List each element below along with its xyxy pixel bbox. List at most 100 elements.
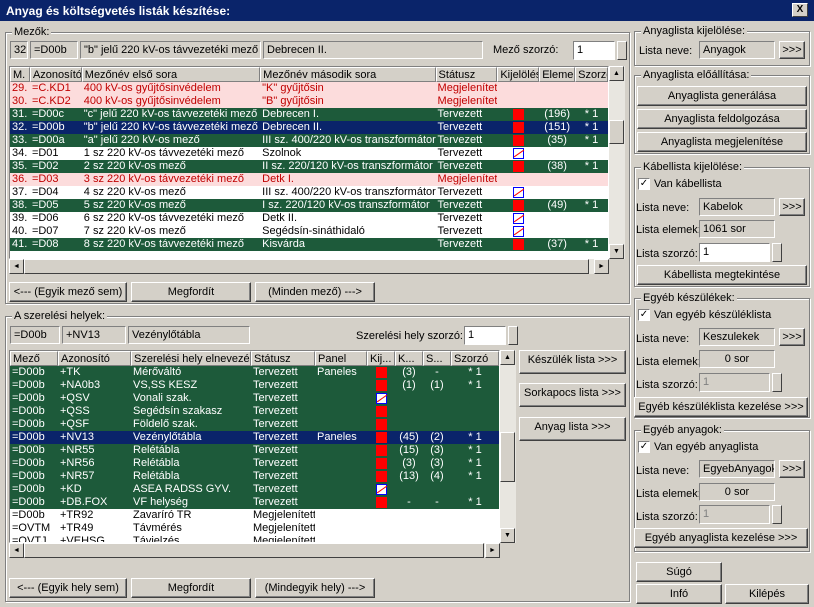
scroll-down-icon[interactable]: ▼	[609, 244, 624, 259]
table-row[interactable]: 37. =D04 4 sz 220 kV-os mező III sz. 400/22…	[10, 186, 608, 199]
row-select[interactable]	[367, 405, 395, 418]
fields-all-button[interactable]: (Minden mező) --->	[255, 282, 375, 302]
scroll-thumb[interactable]	[500, 432, 515, 482]
unselected-marker-icon[interactable]	[512, 226, 524, 237]
selected-marker-icon[interactable]	[512, 161, 524, 172]
col-select[interactable]: Kijelölés	[497, 67, 540, 82]
process-button[interactable]: Anyaglista feldolgozása	[637, 109, 807, 129]
materials-name-field[interactable]: EgyebAnyagok	[699, 460, 775, 478]
cable-mult-input[interactable]: 1	[699, 243, 770, 262]
materials-checkbox[interactable]: ✓ Van egyéb anyaglista	[638, 441, 758, 454]
row-select[interactable]	[497, 186, 539, 199]
table-row[interactable]: =D00b +DB.FOX VF helység Tervezett - - * 1	[10, 496, 499, 509]
scroll-up-icon[interactable]: ▲	[500, 350, 515, 365]
table-row[interactable]: 39. =D06 6 sz 220 kV-os távvezetéki mező De…	[10, 212, 608, 225]
row-select[interactable]	[367, 535, 395, 542]
cable-checkbox[interactable]: ✓ Van kábellista	[638, 178, 722, 191]
place-multiplier-spin[interactable]	[508, 326, 518, 345]
device-list-button[interactable]: Készülék lista >>>	[519, 350, 626, 374]
selected-marker-icon[interactable]	[512, 122, 524, 133]
row-select[interactable]	[497, 121, 539, 134]
row-select[interactable]	[497, 199, 539, 212]
table-row[interactable]: 33. =D00a "a" jelű 220 kV-os mező III sz. 4…	[10, 134, 608, 147]
selected-marker-icon[interactable]	[375, 497, 387, 508]
unselected-marker-icon[interactable]	[512, 148, 524, 159]
generate-button[interactable]: Anyaglista generálása	[637, 86, 807, 106]
places-none-button[interactable]: <--- (Egyik hely sem)	[9, 578, 127, 598]
scroll-thumb[interactable]	[609, 120, 624, 144]
row-select[interactable]	[497, 238, 539, 251]
materials-more-button[interactable]: >>>	[779, 460, 805, 478]
selected-marker-icon[interactable]	[375, 380, 387, 391]
selected-marker-icon[interactable]	[512, 135, 524, 146]
help-button[interactable]: Súgó	[636, 562, 722, 582]
table-row[interactable]: =D00b +TK Mérőváltó Tervezett Paneles (3) - * 1	[10, 366, 499, 379]
row-select[interactable]	[497, 134, 539, 147]
row-select[interactable]	[367, 509, 395, 522]
row-select[interactable]	[497, 108, 539, 121]
selected-marker-icon[interactable]	[375, 445, 387, 456]
row-select[interactable]	[497, 160, 539, 173]
selected-marker-icon[interactable]	[375, 432, 387, 443]
col-name1[interactable]: Mezőnév első sora	[81, 67, 261, 82]
devices-checkbox[interactable]: ✓ Van egyéb készüléklista	[638, 309, 771, 322]
devices-name-field[interactable]: Keszulekek	[699, 328, 775, 346]
row-select[interactable]	[367, 470, 395, 483]
place-multiplier-input[interactable]: 1	[464, 326, 506, 345]
scroll-down-icon[interactable]: ▼	[500, 528, 515, 543]
col-id[interactable]: Azonosító	[58, 351, 131, 366]
list-name-field[interactable]: Anyagok	[699, 41, 775, 59]
selected-marker-icon[interactable]	[375, 367, 387, 378]
exit-button[interactable]: Kilépés	[725, 584, 809, 604]
col-status[interactable]: Státusz	[435, 67, 498, 82]
places-hscroll[interactable]: ◄ ►	[9, 543, 500, 558]
table-row[interactable]: 29. =C.KD1 400 kV-os gyűjtősinvédelem "K" g…	[10, 82, 608, 95]
col-panel[interactable]: Panel	[315, 351, 367, 366]
row-select[interactable]	[367, 392, 395, 405]
terminal-list-button[interactable]: Sorkapocs lista >>>	[519, 383, 626, 407]
table-row[interactable]: =D00b +NV13 Vezénylőtábla Tervezett Paneles (…	[10, 431, 499, 444]
col-elems[interactable]: Elemek	[539, 67, 576, 82]
cable-mult-spin[interactable]	[772, 243, 782, 262]
hscroll-thumb[interactable]	[24, 259, 589, 274]
materials-mult-spin[interactable]	[772, 505, 782, 524]
check-icon[interactable]: ✓	[638, 309, 650, 322]
col-m[interactable]: M.	[10, 67, 30, 82]
row-select[interactable]	[367, 379, 395, 392]
row-select[interactable]	[497, 82, 539, 95]
table-row[interactable]: =OVTJ +VEHSG Távjelzés Megjelenített	[10, 535, 499, 542]
check-icon[interactable]: ✓	[638, 441, 650, 454]
table-row[interactable]: =D00b +KD ASEA RADSS GYV. Tervezett	[10, 483, 499, 496]
row-select[interactable]	[497, 147, 539, 160]
close-button[interactable]: X	[792, 3, 808, 17]
row-select[interactable]	[367, 522, 395, 535]
row-select[interactable]	[367, 457, 395, 470]
devices-mult-input[interactable]: 1	[699, 373, 770, 392]
devices-manage-button[interactable]: Egyéb készüléklista kezelése >>>	[634, 397, 808, 417]
scroll-up-icon[interactable]: ▲	[609, 66, 624, 81]
table-row[interactable]: =D00b +NA0b3 VS,SS KESZ Tervezett (1) (1) * 1	[10, 379, 499, 392]
table-row[interactable]: =D00b +QSF Földelő szak. Tervezett	[10, 418, 499, 431]
table-row[interactable]: =D00b +NR56 Relétábla Tervezett (3) (3) * 1	[10, 457, 499, 470]
material-list-button[interactable]: Anyag lista >>>	[519, 417, 626, 441]
places-reverse-button[interactable]: Megfordít	[131, 578, 251, 598]
places-vscroll[interactable]: ▲ ▼	[500, 350, 516, 543]
selected-marker-icon[interactable]	[375, 419, 387, 430]
table-row[interactable]: =D00b +QSS Segédsín szakasz Tervezett	[10, 405, 499, 418]
cable-name-field[interactable]: Kabelok	[699, 198, 775, 216]
scroll-left-icon[interactable]: ◄	[9, 543, 24, 558]
selected-marker-icon[interactable]	[512, 239, 524, 250]
selected-marker-icon[interactable]	[512, 200, 524, 211]
table-row[interactable]: 32. =D00b "b" jelű 220 kV-os távvezetéki m…	[10, 121, 608, 134]
col-name2[interactable]: Mezőnév második sora	[260, 67, 436, 82]
selected-marker-icon[interactable]	[375, 471, 387, 482]
places-all-button[interactable]: (Mindegyik hely) --->	[255, 578, 375, 598]
table-row[interactable]: =D00b +NR57 Relétábla Tervezett (13) (4) * 1	[10, 470, 499, 483]
table-row[interactable]: =OVTM +TR49 Távmérés Megjelenített	[10, 522, 499, 535]
row-select[interactable]	[367, 444, 395, 457]
col-field[interactable]: Mező	[10, 351, 58, 366]
fields-reverse-button[interactable]: Megfordít	[131, 282, 251, 302]
selected-marker-icon[interactable]	[375, 458, 387, 469]
table-row[interactable]: 36. =D03 3 sz 220 kV-os távvezetéki mező De…	[10, 173, 608, 186]
table-row[interactable]: 38. =D05 5 sz 220 kV-os mező I sz. 220/120 …	[10, 199, 608, 212]
